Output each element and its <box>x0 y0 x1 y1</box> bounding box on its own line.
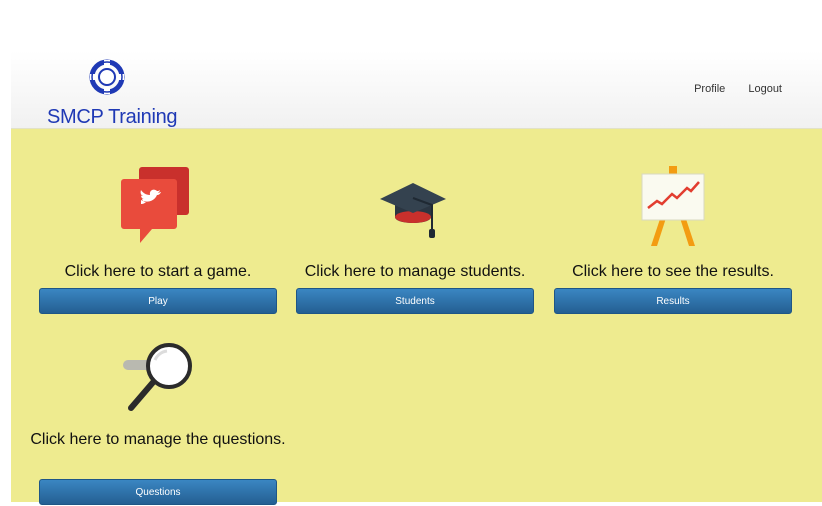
profile-link[interactable]: Profile <box>694 83 725 95</box>
brand-name: SMCP Training <box>47 106 178 128</box>
questions-tile: Click here to manage the questions. Ques… <box>30 324 286 505</box>
play-tile: Click here to start a game. Play <box>39 129 277 319</box>
results-button[interactable]: Results <box>554 288 792 314</box>
students-caption: Click here to manage students. <box>304 263 526 280</box>
play-button[interactable]: Play <box>39 288 277 314</box>
brand-logo[interactable]: SMCP Training <box>47 59 197 129</box>
graduation-cap-icon <box>380 183 446 238</box>
results-tile: Click here to see the results. Results <box>554 129 792 319</box>
top-navbar: SMCP Training Profile Logout <box>11 51 822 129</box>
students-button[interactable]: Students <box>296 288 534 314</box>
lifebuoy-icon <box>89 59 125 95</box>
questions-caption: Click here to manage the questions. <box>30 431 286 448</box>
easel-chart-icon <box>641 166 705 246</box>
students-tile: Click here to manage students. Students <box>296 129 534 319</box>
speech-bubble-bird-icon <box>121 167 189 243</box>
logout-link[interactable]: Logout <box>748 83 782 95</box>
magnifier-icon <box>123 343 192 411</box>
dashboard-panel: Click here to start a game. Play Click h… <box>11 129 822 505</box>
questions-button[interactable]: Questions <box>39 479 277 505</box>
play-caption: Click here to start a game. <box>64 263 252 280</box>
results-caption: Click here to see the results. <box>572 263 774 280</box>
user-nav: Profile Logout <box>674 83 782 95</box>
